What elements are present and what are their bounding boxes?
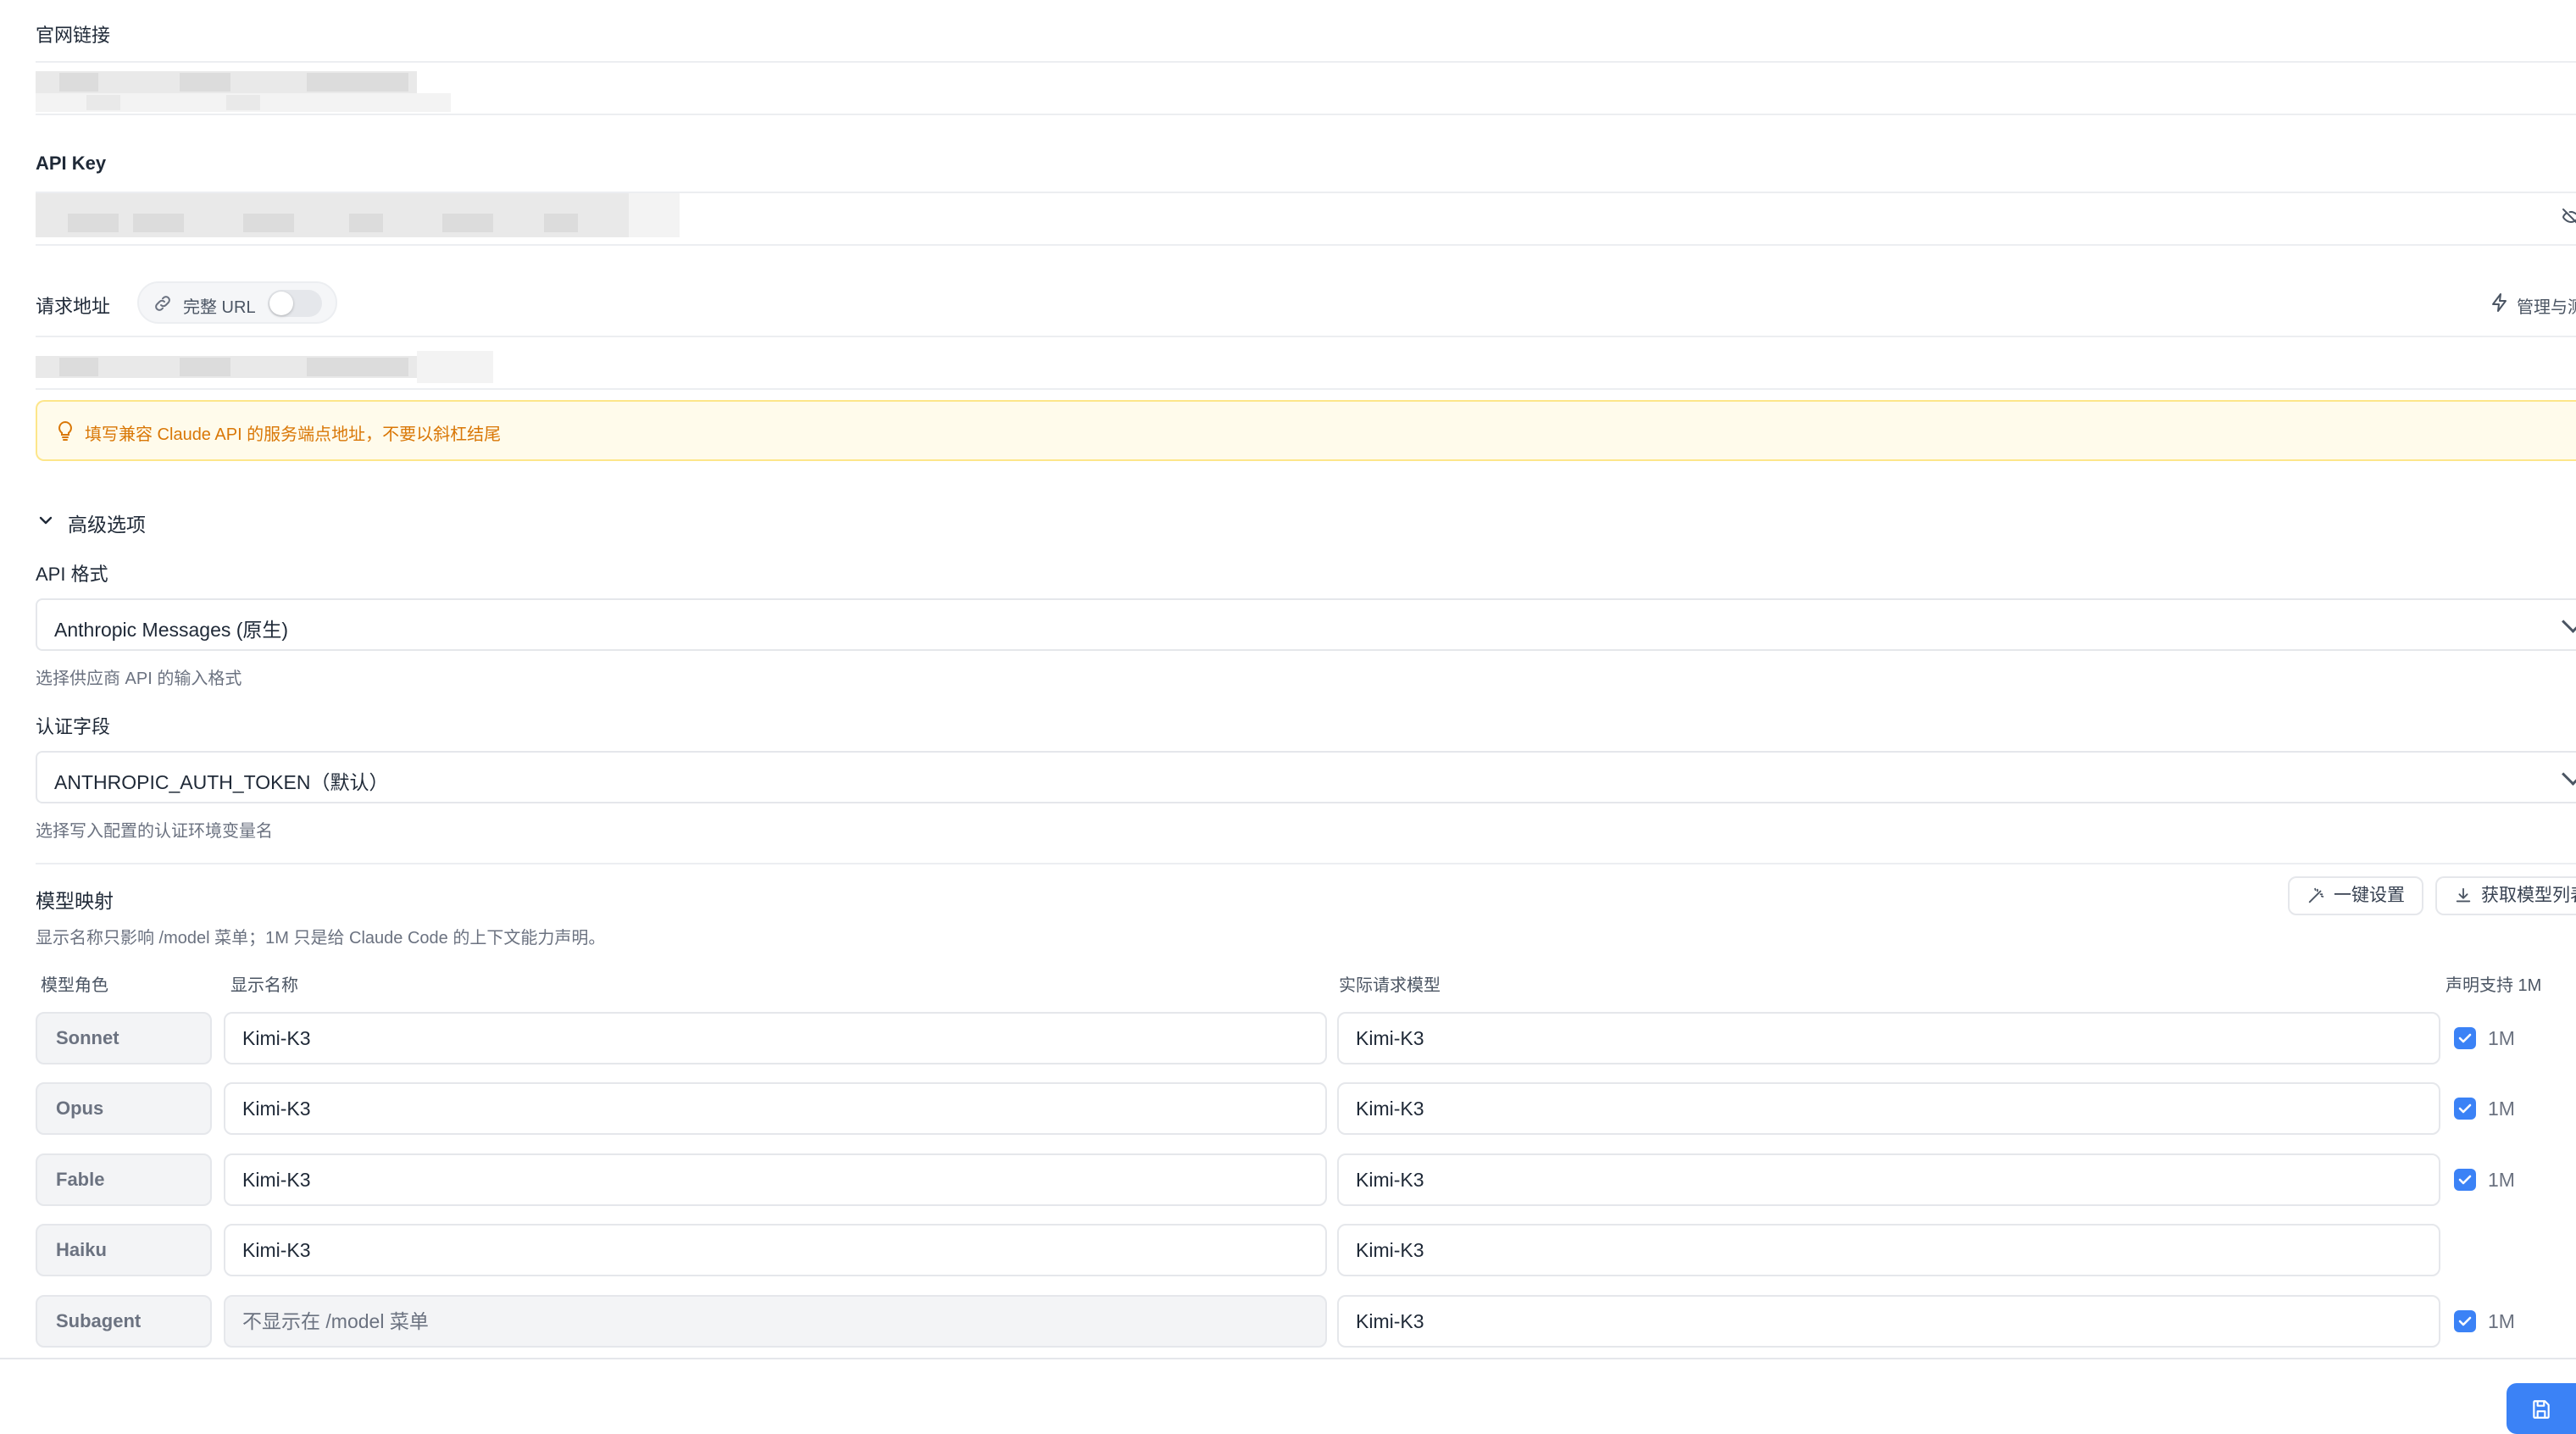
- lightning-icon: [2492, 293, 2507, 312]
- api-format-select[interactable]: Anthropic Messages (原生): [36, 598, 2576, 651]
- eye-off-icon[interactable]: [2561, 207, 2576, 227]
- fetch-models-button[interactable]: 获取模型列表: [2435, 876, 2576, 915]
- api-format-label: API 格式: [36, 564, 108, 585]
- actual-model-input[interactable]: Kimi-K3: [1337, 1082, 2440, 1135]
- website-input[interactable]: [36, 61, 2576, 115]
- chevron-down-icon: [2562, 763, 2576, 786]
- manage-test-button[interactable]: 管理与测: [2488, 288, 2576, 317]
- chevron-down-icon: [2562, 610, 2576, 633]
- request-url-label: 请求地址: [36, 296, 111, 317]
- col-header-support: 声明支持 1M: [2446, 976, 2542, 995]
- display-name-input[interactable]: Kimi-K3: [224, 1082, 1327, 1135]
- support-1m-label: 1M: [2488, 1027, 2515, 1049]
- chevron-down-icon: [39, 516, 53, 525]
- col-header-role: 模型角色: [41, 976, 108, 995]
- support-1m-checkbox[interactable]: [2454, 1098, 2476, 1120]
- full-url-switch[interactable]: [268, 290, 322, 317]
- full-url-label: 完整 URL: [183, 298, 256, 317]
- lightbulb-icon: [58, 420, 72, 441]
- role-cell: Opus: [36, 1082, 212, 1135]
- api-format-value: Anthropic Messages (原生): [54, 619, 289, 641]
- footer-divider: [0, 1358, 2576, 1359]
- link-icon: [155, 296, 170, 311]
- col-header-actual: 实际请求模型: [1339, 976, 1441, 995]
- request-url-input[interactable]: [36, 336, 2576, 390]
- manage-test-label: 管理与测: [2517, 298, 2576, 317]
- download-icon: [2456, 887, 2471, 903]
- one-click-setup-button[interactable]: 一键设置: [2288, 876, 2423, 915]
- divider: [36, 863, 2576, 864]
- support-1m-checkbox[interactable]: [2454, 1169, 2476, 1191]
- auth-field-label: 认证字段: [36, 716, 111, 737]
- auth-field-select[interactable]: ANTHROPIC_AUTH_TOKEN（默认）: [36, 751, 2576, 803]
- role-cell: Subagent: [36, 1295, 212, 1348]
- display-name-input[interactable]: Kimi-K3: [224, 1012, 1327, 1064]
- model-mapping-title: 模型映射: [36, 890, 114, 912]
- actual-model-input[interactable]: Kimi-K3: [1337, 1012, 2440, 1064]
- switch-knob: [269, 292, 293, 315]
- save-button[interactable]: [2507, 1383, 2576, 1434]
- full-url-toggle-group[interactable]: 完整 URL: [137, 281, 337, 324]
- api-key-input[interactable]: [36, 192, 2576, 246]
- advanced-options-toggle[interactable]: 高级选项: [36, 505, 205, 536]
- api-format-help: 选择供应商 API 的输入格式: [36, 670, 242, 688]
- display-name-input[interactable]: Kimi-K3: [224, 1224, 1327, 1276]
- request-url-hint-text: 填写兼容 Claude API 的服务端点地址，不要以斜杠结尾: [85, 425, 502, 444]
- api-key-label: API Key: [36, 153, 107, 174]
- magic-wand-icon: [2308, 887, 2324, 903]
- fetch-models-label: 获取模型列表: [2481, 886, 2576, 905]
- request-url-hint-box: 填写兼容 Claude API 的服务端点地址，不要以斜杠结尾: [36, 400, 2576, 461]
- auth-field-value: ANTHROPIC_AUTH_TOKEN（默认）: [54, 771, 389, 793]
- support-1m-label: 1M: [2488, 1310, 2515, 1332]
- advanced-options-title: 高级选项: [68, 514, 146, 536]
- display-name-input[interactable]: Kimi-K3: [224, 1153, 1327, 1206]
- model-mapping-desc: 显示名称只影响 /model 菜单；1M 只是给 Claude Code 的上下…: [36, 929, 606, 948]
- support-1m-checkbox[interactable]: [2454, 1027, 2476, 1049]
- col-header-display: 显示名称: [230, 976, 298, 995]
- actual-model-input[interactable]: Kimi-K3: [1337, 1224, 2440, 1276]
- display-name-input-disabled: 不显示在 /model 菜单: [224, 1295, 1327, 1348]
- auth-field-help: 选择写入配置的认证环境变量名: [36, 822, 273, 841]
- save-icon: [2533, 1400, 2550, 1419]
- one-click-setup-label: 一键设置: [2334, 886, 2405, 905]
- actual-model-input[interactable]: Kimi-K3: [1337, 1295, 2440, 1348]
- support-1m-checkbox[interactable]: [2454, 1310, 2476, 1332]
- role-cell: Fable: [36, 1153, 212, 1206]
- website-label: 官网链接: [36, 25, 111, 46]
- actual-model-input[interactable]: Kimi-K3: [1337, 1153, 2440, 1206]
- support-1m-label: 1M: [2488, 1098, 2515, 1120]
- role-cell: Haiku: [36, 1224, 212, 1276]
- support-1m-label: 1M: [2488, 1169, 2515, 1191]
- role-cell: Sonnet: [36, 1012, 212, 1064]
